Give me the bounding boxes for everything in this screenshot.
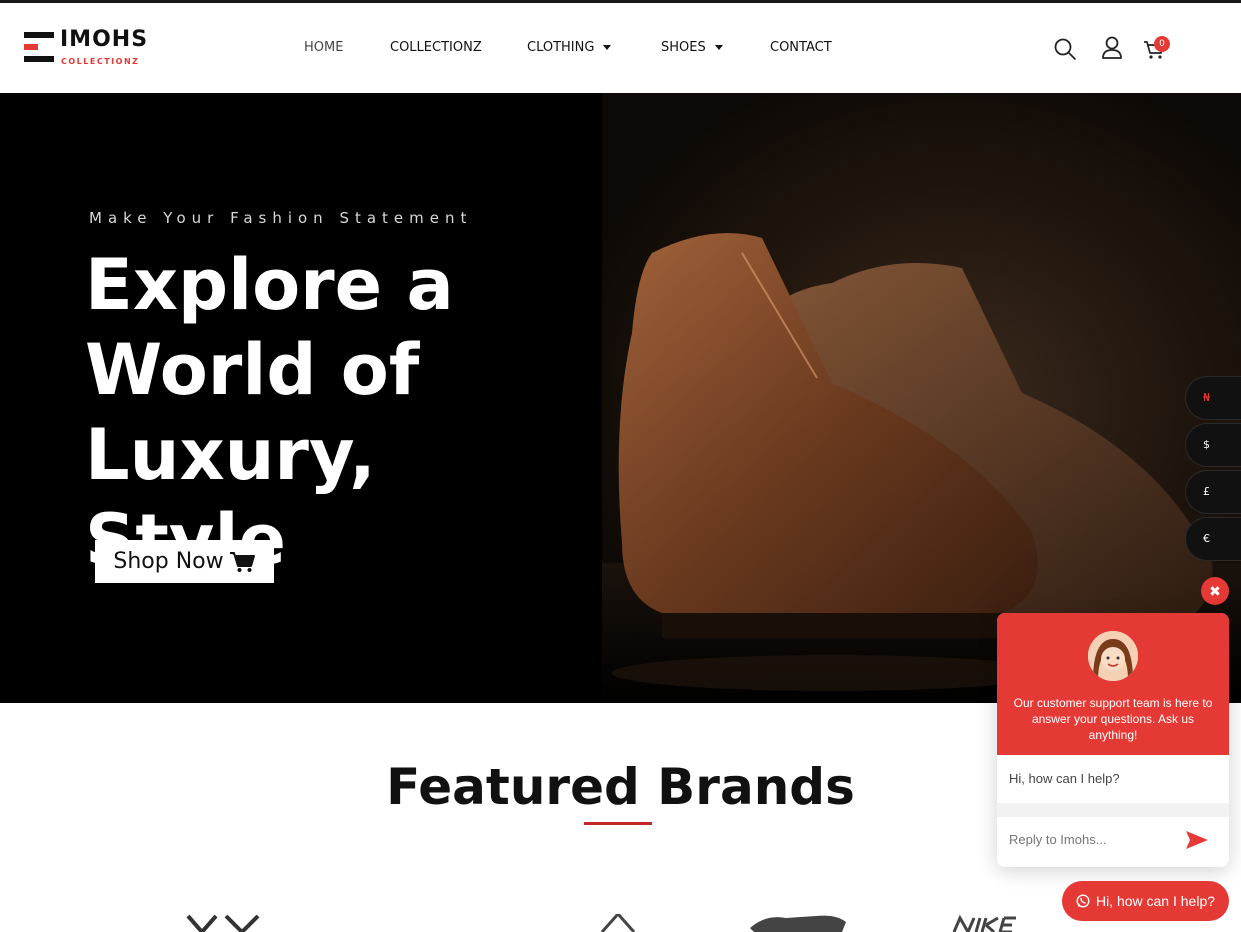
nav-clothing[interactable]: CLOTHING [527, 40, 612, 55]
nav-home[interactable]: HOME [304, 40, 343, 55]
support-agent-icon [1088, 631, 1138, 681]
search-icon[interactable] [1053, 37, 1077, 61]
boots-illustration [602, 233, 1241, 703]
shop-now-button[interactable]: Shop Now [95, 540, 274, 583]
chat-reply-input[interactable] [1009, 832, 1179, 847]
hero-tagline: Make Your Fashion Statement [89, 209, 473, 227]
chat-intro-text: Our customer support team is here to ans… [1013, 696, 1213, 742]
currency-usd[interactable]: $ [1186, 424, 1241, 466]
page: IMOHS COLLECTIONZ HOME COLLECTIONZ CLOTH… [0, 0, 1241, 932]
brand-logo-nike[interactable] [950, 914, 1034, 932]
logo-bar [24, 56, 54, 62]
cart-icon [229, 551, 255, 572]
logo-bar-accent [24, 44, 38, 50]
chat-header: Our customer support team is here to ans… [997, 613, 1229, 755]
brand-logo-armani[interactable] [592, 914, 662, 932]
logo-sub: COLLECTIONZ [61, 57, 140, 66]
support-avatar [1088, 631, 1138, 681]
chat-close-button[interactable]: ✖ [1201, 577, 1229, 605]
hero-section: Make Your Fashion Statement Explore a Wo… [0, 93, 1241, 703]
nav-contact[interactable]: CONTACT [770, 40, 832, 55]
site-header: IMOHS COLLECTIONZ HOME COLLECTIONZ CLOTH… [0, 3, 1241, 93]
chat-launcher-label: Hi, how can I help? [1095, 893, 1216, 909]
shop-now-label: Shop Now [113, 549, 224, 574]
nav-shoes-label: SHOES [661, 40, 706, 55]
logo-name: IMOHS [60, 27, 149, 52]
hero-title: Explore a World of Luxury, Style [85, 244, 454, 581]
chevron-down-icon [714, 45, 723, 50]
whatsapp-icon [1076, 894, 1090, 908]
site-logo[interactable]: IMOHS COLLECTIONZ [24, 27, 154, 69]
nav-collectionz[interactable]: COLLECTIONZ [390, 40, 482, 55]
logo-bar [24, 32, 54, 38]
chat-window: Our customer support team is here to ans… [997, 613, 1229, 867]
hero-image [602, 93, 1241, 703]
user-icon[interactable] [1101, 36, 1123, 60]
cart-count-badge: 0 [1154, 36, 1170, 52]
chat-greeting: Hi, how can I help? [1009, 771, 1120, 786]
brand-logo-puma[interactable] [746, 912, 850, 932]
brand-logo-louis-vuitton[interactable] [186, 914, 260, 932]
chat-launcher-button[interactable]: Hi, how can I help? [1062, 881, 1229, 921]
currency-ngn[interactable]: ₦ [1186, 377, 1241, 419]
currency-gbp[interactable]: £ [1186, 471, 1241, 513]
nav-clothing-label: CLOTHING [527, 40, 595, 55]
title-underline [584, 822, 652, 825]
chevron-down-icon [603, 45, 612, 50]
currency-eur[interactable]: € [1186, 518, 1241, 560]
nav-shoes[interactable]: SHOES [661, 40, 723, 55]
chat-divider [997, 803, 1229, 817]
send-icon[interactable] [1185, 830, 1209, 850]
